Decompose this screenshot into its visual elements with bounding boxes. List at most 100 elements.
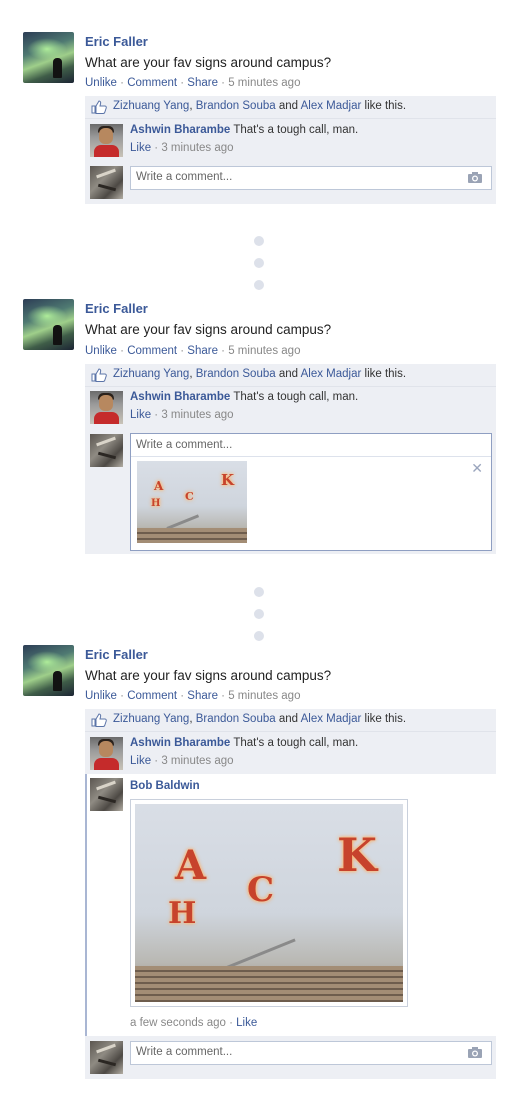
post-actions: Unlike · Comment · Share · 5 minutes ago <box>85 77 300 89</box>
viewer-avatar <box>90 1041 123 1074</box>
likes-suffix: like this. <box>361 713 407 725</box>
separator: · <box>177 77 188 89</box>
liker-name[interactable]: Zizhuang Yang <box>113 713 189 725</box>
share-link[interactable]: Share <box>187 690 218 702</box>
comment-bob: Bob Baldwin A H C K a few seconds ago · … <box>85 774 498 1036</box>
commenter-avatar[interactable] <box>90 737 123 770</box>
sign-letter: H <box>168 896 197 931</box>
liker-name[interactable]: Brandon Souba <box>196 368 276 380</box>
commenter-avatar[interactable] <box>90 124 123 157</box>
comment-link[interactable]: Comment <box>127 690 177 702</box>
comment-text: That's a tough call, man. <box>230 124 359 136</box>
comment-time: · 3 minutes ago <box>151 409 234 421</box>
photo-frame: A H C K <box>130 799 408 1007</box>
viewer-avatar <box>90 434 123 467</box>
sign-letter: K <box>337 828 377 882</box>
unlike-link[interactable]: Unlike <box>85 77 117 89</box>
feedback-box: Zizhuang Yang, Brandon Souba and Alex Ma… <box>85 364 496 554</box>
author-name[interactable]: Eric Faller <box>85 301 148 316</box>
separator: · <box>177 345 188 357</box>
separator-dot <box>254 631 264 641</box>
sign-letter: C <box>247 870 275 910</box>
comment-placeholder: Write a comment... <box>136 171 233 183</box>
author-avatar[interactable] <box>23 299 74 350</box>
comment-like-link[interactable]: Like <box>130 142 151 154</box>
comment-like-link[interactable]: Like <box>130 755 151 767</box>
post-actions: Unlike · Comment · Share · 5 minutes ago <box>85 345 300 357</box>
comment-time: a few seconds ago · <box>130 1017 237 1029</box>
author-name[interactable]: Eric Faller <box>85 647 148 662</box>
attached-photo-thumbnail[interactable]: A H C K <box>137 461 247 543</box>
post-message: What are your fav signs around campus? <box>85 668 332 683</box>
post-message: What are your fav signs around campus? <box>85 55 332 70</box>
comment-like-link[interactable]: Like <box>236 1017 257 1029</box>
sign-letter: C <box>185 490 194 503</box>
viewer-avatar <box>90 166 123 199</box>
comment-text: That's a tough call, man. <box>230 737 359 749</box>
comment-input-with-photo[interactable]: Write a comment... ✕ A H C K <box>130 433 492 551</box>
liker-name[interactable]: Alex Madjar <box>301 368 362 380</box>
likes-sentence: Zizhuang Yang, Brandon Souba and Alex Ma… <box>85 709 496 732</box>
sign-letter: K <box>221 471 235 489</box>
commenter-name[interactable]: Ashwin Bharambe <box>130 124 230 136</box>
commenter-avatar[interactable] <box>90 391 123 424</box>
share-link[interactable]: Share <box>187 77 218 89</box>
separator-dot <box>254 280 264 290</box>
separator: · <box>177 690 188 702</box>
unlike-link[interactable]: Unlike <box>85 690 117 702</box>
comment-input[interactable]: Write a comment... <box>130 1041 492 1065</box>
thumbs-up-icon <box>91 713 107 727</box>
author-avatar[interactable] <box>23 32 74 83</box>
author-avatar[interactable] <box>23 645 74 696</box>
separator: · <box>116 345 128 357</box>
commenter-avatar[interactable] <box>90 778 123 811</box>
liker-name[interactable]: Brandon Souba <box>196 100 276 112</box>
separator: · <box>116 77 128 89</box>
liker-name[interactable]: Alex Madjar <box>301 713 362 725</box>
close-icon[interactable]: ✕ <box>471 460 483 477</box>
comment-time: · 3 minutes ago <box>151 755 234 767</box>
comment-text: That's a tough call, man. <box>230 391 359 403</box>
commenter-name[interactable]: Ashwin Bharambe <box>130 391 230 403</box>
post-message: What are your fav signs around campus? <box>85 322 332 337</box>
liker-name[interactable]: Alex Madjar <box>301 100 362 112</box>
separator-dot <box>254 258 264 268</box>
unlike-link[interactable]: Unlike <box>85 345 117 357</box>
separator-dot <box>254 587 264 597</box>
liker-name[interactable]: Zizhuang Yang <box>113 368 189 380</box>
post-timestamp[interactable]: 5 minutes ago <box>228 345 300 357</box>
comment-input[interactable]: Write a comment... <box>130 166 492 190</box>
stairs <box>137 528 247 543</box>
comment-time: · 3 minutes ago <box>151 142 234 154</box>
comment-photo[interactable]: A H C K <box>135 804 403 1002</box>
comment-placeholder: Write a comment... <box>136 439 233 451</box>
sign-letter: A <box>154 479 164 493</box>
feedback-box: Zizhuang Yang, Brandon Souba and Alex Ma… <box>85 709 498 1079</box>
camera-icon[interactable] <box>467 1046 483 1059</box>
post-actions: Unlike · Comment · Share · 5 minutes ago <box>85 690 300 702</box>
likes-sentence: Zizhuang Yang, Brandon Souba and Alex Ma… <box>85 364 496 387</box>
comment-like-link[interactable]: Like <box>130 409 151 421</box>
likes-suffix: like this. <box>361 368 407 380</box>
feedback-box: Zizhuang Yang, Brandon Souba and Alex Ma… <box>85 96 496 204</box>
post-timestamp[interactable]: 5 minutes ago <box>228 690 300 702</box>
commenter-name[interactable]: Bob Baldwin <box>130 780 200 792</box>
commenter-name[interactable]: Ashwin Bharambe <box>130 737 230 749</box>
liker-name[interactable]: Zizhuang Yang <box>113 100 189 112</box>
separator: · <box>116 690 128 702</box>
comment-placeholder: Write a comment... <box>136 1046 233 1058</box>
separator-dot <box>254 236 264 246</box>
separator: · <box>217 345 229 357</box>
post-timestamp[interactable]: 5 minutes ago <box>228 77 300 89</box>
comment-link[interactable]: Comment <box>127 77 177 89</box>
separator-dot <box>254 609 264 619</box>
share-link[interactable]: Share <box>187 345 218 357</box>
author-name[interactable]: Eric Faller <box>85 34 148 49</box>
sign-letter: H <box>151 498 161 509</box>
likes-sentence: Zizhuang Yang, Brandon Souba and Alex Ma… <box>85 96 496 119</box>
liker-name[interactable]: Brandon Souba <box>196 713 276 725</box>
camera-icon[interactable] <box>467 171 483 184</box>
sign-letter: A <box>175 842 207 889</box>
separator: · <box>217 77 229 89</box>
comment-link[interactable]: Comment <box>127 345 177 357</box>
